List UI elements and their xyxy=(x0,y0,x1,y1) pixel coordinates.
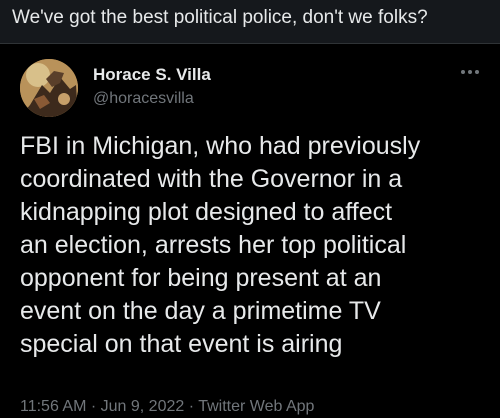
avatar[interactable] xyxy=(20,59,78,117)
quote-bar: We've got the best political police, don… xyxy=(0,0,500,44)
author-name[interactable]: Horace S. Villa xyxy=(93,65,211,85)
more-options-button[interactable] xyxy=(456,62,484,82)
tweet-text: FBI in Michigan, who had previously coor… xyxy=(20,132,421,358)
tweet-metadata: 11:56 AM · Jun 9, 2022 · Twitter Web App xyxy=(20,398,314,416)
tweet-source[interactable]: Twitter Web App xyxy=(198,398,314,415)
avatar-image xyxy=(20,59,78,117)
quote-text: We've got the best political police, don… xyxy=(12,7,428,28)
author-handle[interactable]: @horacesvilla xyxy=(93,90,194,108)
more-horizontal-icon xyxy=(461,70,479,74)
screenshot-page: We've got the best political police, don… xyxy=(0,0,500,418)
tweet-time[interactable]: 11:56 AM xyxy=(20,398,86,415)
tweet-card: Horace S. Villa @horacesvilla FBI in Mic… xyxy=(0,44,500,418)
meta-separator: · xyxy=(184,398,199,415)
tweet-date[interactable]: Jun 9, 2022 xyxy=(101,398,185,415)
meta-separator: · xyxy=(86,398,101,415)
